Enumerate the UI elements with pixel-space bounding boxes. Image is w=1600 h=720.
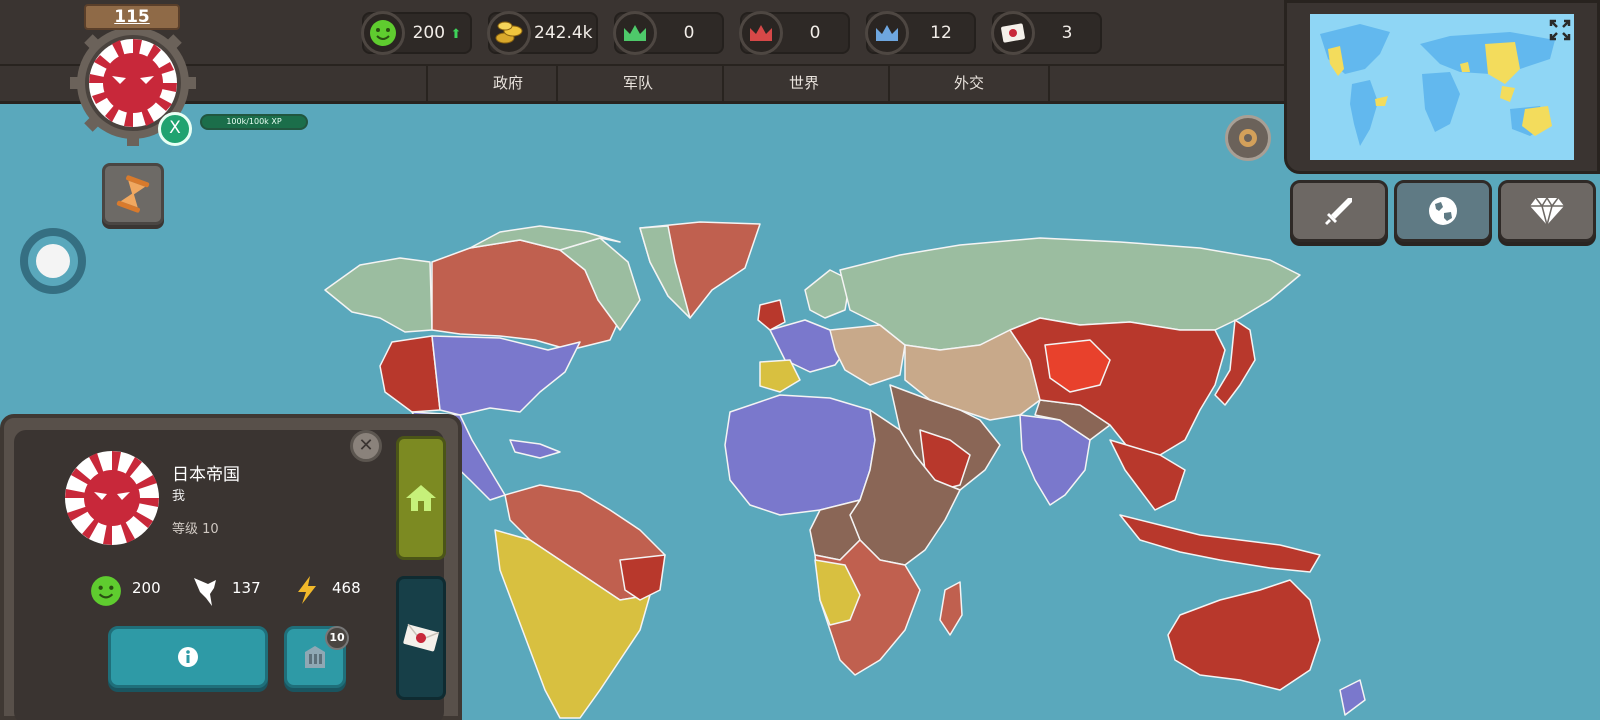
gear-icon[interactable] (1225, 115, 1271, 161)
country-happiness-value: 200 (132, 579, 161, 597)
xp-progress-bar: 100k/100k XP (200, 114, 308, 130)
home-button[interactable] (396, 436, 446, 560)
blue-crown-value: 12 (930, 23, 952, 43)
minimap[interactable] (1310, 14, 1574, 160)
blue-crown-icon (865, 11, 909, 55)
hourglass-icon (116, 175, 150, 213)
resource-red-crown[interactable]: 0 (739, 11, 850, 55)
gold-value: 242.4k (534, 23, 593, 43)
close-panel-button[interactable]: ✕ (350, 430, 382, 462)
letters-value: 3 (1061, 23, 1073, 43)
smiley-icon (361, 11, 405, 55)
send-letter-button[interactable] (396, 576, 446, 700)
xp-x-button[interactable]: X (158, 112, 192, 146)
dove-icon (194, 578, 216, 606)
xp-text: 100k/100k XP (226, 117, 282, 126)
level-banner: 115 (84, 4, 180, 30)
expand-icon[interactable] (1549, 19, 1571, 41)
building-icon (305, 646, 325, 668)
country-owner: 我 (172, 489, 186, 504)
tab-army[interactable]: 军队 (556, 66, 718, 101)
globe-icon (1429, 197, 1457, 225)
world-button[interactable] (1394, 180, 1492, 242)
diamond-icon (1530, 196, 1564, 226)
resource-happiness[interactable]: 200 ⬆ (361, 11, 472, 55)
tab-diplomacy[interactable]: 外交 (888, 66, 1050, 101)
tab-world[interactable]: 世界 (722, 66, 884, 101)
sword-icon (1325, 198, 1352, 225)
hourglass-button[interactable] (102, 163, 164, 225)
letter-icon (403, 623, 440, 652)
resource-gold[interactable]: 242.4k (487, 11, 598, 55)
green-crown-value: 0 (683, 23, 695, 43)
region-north-africa[interactable] (724, 394, 876, 516)
building-count-badge: 10 (325, 626, 349, 650)
country-name: 日本帝国 (172, 465, 240, 485)
joystick-control[interactable] (20, 228, 86, 294)
lightning-icon (298, 576, 316, 604)
country-peace-value: 137 (232, 579, 261, 597)
info-icon (178, 647, 198, 667)
resource-blue-crown[interactable]: 12 (865, 11, 976, 55)
happiness-value: 200 (412, 23, 446, 43)
resource-letters[interactable]: 3 (991, 11, 1102, 55)
home-icon (406, 485, 436, 511)
green-crown-icon (613, 11, 657, 55)
premium-button[interactable] (1498, 180, 1596, 242)
country-level: 等级 10 (172, 522, 219, 537)
smiley-icon (91, 576, 121, 606)
arrow-up-icon: ⬆ (450, 27, 462, 42)
gold-coins-icon (487, 11, 531, 55)
letter-icon (991, 11, 1035, 55)
info-button[interactable] (108, 626, 268, 688)
country-energy-value: 468 (332, 579, 361, 597)
red-crown-icon (739, 11, 783, 55)
resource-green-crown[interactable]: 0 (613, 11, 724, 55)
country-flag (65, 451, 159, 545)
red-crown-value: 0 (809, 23, 821, 43)
military-button[interactable] (1290, 180, 1388, 242)
